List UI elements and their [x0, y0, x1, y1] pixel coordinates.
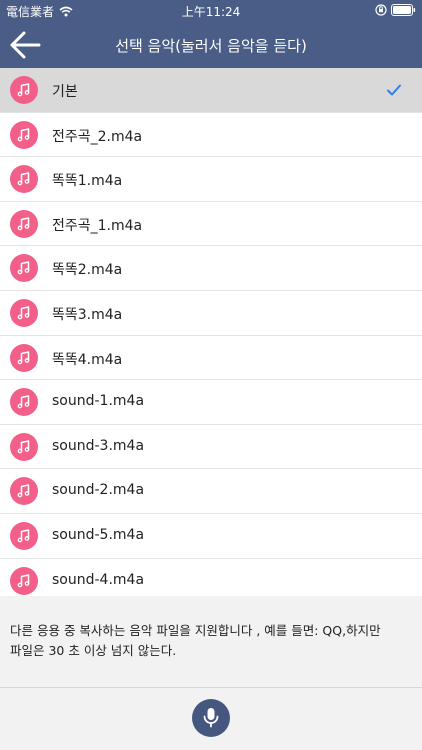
- list-item-label: sound-5.m4a: [52, 526, 145, 543]
- page-title: 선택 음악(눌러서 음악을 듣다): [115, 37, 307, 55]
- list-item-label: sound-4.m4a: [52, 571, 145, 588]
- list-item-label: 전주곡_2.m4a: [52, 128, 143, 145]
- list-item-label: 똑똑2.m4a: [52, 262, 123, 279]
- list-item[interactable]: 똑똑1.m4a: [0, 157, 422, 202]
- microphone-icon: [203, 708, 219, 728]
- music-note-icon: [10, 432, 38, 461]
- list-item[interactable]: sound-5.m4a: [0, 514, 422, 559]
- music-note-icon: [10, 388, 38, 417]
- list-item-label: 전주곡_1.m4a: [52, 217, 143, 234]
- info-line-2: 파일은 30 초 이상 넘지 않는다.: [10, 643, 177, 658]
- arrow-left-icon: [10, 31, 41, 59]
- header: 電信業者 上午11:24 선택 음악(눌러서 음악을 듣다): [0, 0, 422, 68]
- list-item-label: 기본: [52, 84, 78, 100]
- music-note-icon: [10, 343, 38, 372]
- music-note-icon: [10, 165, 38, 194]
- list-item-label: 똑똑3.m4a: [52, 306, 123, 323]
- list-item[interactable]: 기본: [0, 68, 422, 113]
- list-item[interactable]: 똑똑2.m4a: [0, 246, 422, 291]
- status-bar: 電信業者 上午11:24: [0, 0, 422, 22]
- info-panel: 다른 응용 중 복사하는 음악 파일을 지원합니다 , 예를 들면: QQ,하지…: [0, 596, 422, 687]
- nav-bar: 선택 음악(눌러서 음악을 듣다): [0, 22, 422, 68]
- music-note-icon: [10, 254, 38, 283]
- list-item[interactable]: 똑똑3.m4a: [0, 291, 422, 336]
- list-item-label: 똑똑1.m4a: [52, 173, 123, 190]
- checkmark-icon: [387, 84, 401, 96]
- info-line-1: 다른 응용 중 복사하는 음악 파일을 지원합니다 , 예를 들면: QQ,하지…: [10, 623, 381, 638]
- music-note-icon: [10, 566, 38, 595]
- sound-list: 기본전주곡_2.m4a 똑똑1.m4a 전주곡_1.m4a 똑똑2.m4a 똑똑3.m4…: [0, 68, 422, 596]
- list-item[interactable]: 전주곡_2.m4a: [0, 113, 422, 158]
- list-item-label: sound-2.m4a: [52, 482, 145, 499]
- list-item-label: sound-3.m4a: [52, 437, 145, 454]
- music-note-icon: [10, 120, 38, 149]
- back-button[interactable]: [6, 27, 44, 63]
- info-text: 다른 응용 중 복사하는 음악 파일을 지원합니다 , 예를 들면: QQ,하지…: [10, 621, 414, 661]
- list-item[interactable]: 똑똑4.m4a: [0, 336, 422, 381]
- list-item[interactable]: 전주곡_1.m4a: [0, 202, 422, 247]
- status-time: 上午11:24: [181, 5, 241, 19]
- bottom-bar: [0, 688, 422, 750]
- orientation-lock-icon: [375, 4, 387, 16]
- music-note-icon: [10, 76, 38, 104]
- list-item[interactable]: sound-1.m4a: [0, 380, 422, 425]
- music-note-icon: [10, 477, 38, 506]
- music-note-icon: [10, 521, 38, 550]
- list-item-label: sound-1.m4a: [52, 393, 145, 410]
- list-item[interactable]: sound-3.m4a: [0, 425, 422, 470]
- music-note-icon: [10, 209, 38, 238]
- status-right: [375, 4, 416, 16]
- list-item[interactable]: sound-2.m4a: [0, 469, 422, 514]
- battery-icon: [391, 4, 416, 16]
- record-button[interactable]: [192, 699, 230, 737]
- list-item[interactable]: sound-4.m4a: [0, 559, 422, 596]
- music-note-icon: [10, 298, 38, 327]
- list-item-label: 똑똑4.m4a: [52, 351, 123, 368]
